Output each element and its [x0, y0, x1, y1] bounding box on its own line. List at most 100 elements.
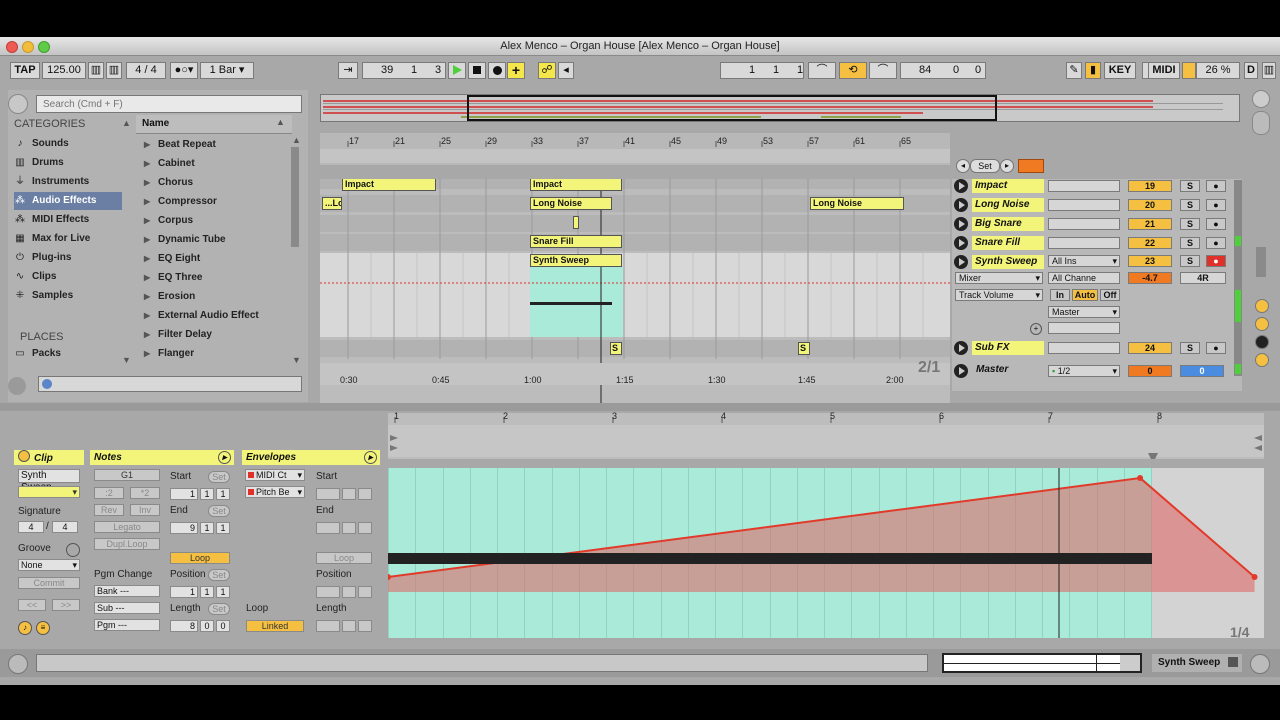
- category-clips[interactable]: ∿ Clips: [14, 268, 122, 286]
- category-midi-effects[interactable]: ⁂ MIDI Effects: [14, 211, 122, 229]
- env-position-bar-field[interactable]: [316, 586, 340, 598]
- detail-view-toggle-icon[interactable]: [1250, 654, 1270, 674]
- track-activator[interactable]: 20: [1128, 199, 1172, 211]
- overview-zoom-window[interactable]: [467, 95, 997, 121]
- browser-toggle-icon[interactable]: [8, 94, 28, 114]
- solo-button[interactable]: S: [1180, 255, 1200, 267]
- output-menu[interactable]: Master ▾: [1048, 306, 1120, 318]
- next-locator-icon[interactable]: ▸: [1000, 159, 1014, 173]
- device-chooser[interactable]: Mixer ▾: [955, 272, 1043, 284]
- loop-start[interactable]: 1 1 1: [720, 62, 804, 79]
- clip-overview[interactable]: [942, 653, 1142, 673]
- nudge-down-icon[interactable]: ▥: [88, 62, 104, 79]
- category-drums[interactable]: ▥ Drums: [14, 154, 122, 172]
- list-scroll-up-icon[interactable]: ▲: [292, 135, 301, 145]
- sends-toggle-icon[interactable]: [1255, 317, 1269, 331]
- track-io[interactable]: [1048, 180, 1120, 192]
- env-start-beat-field[interactable]: [342, 488, 356, 500]
- editor-ruler[interactable]: 1 2 3 4 5 6 7 8: [388, 411, 1264, 461]
- track-name[interactable]: Synth Sweep: [972, 255, 1044, 269]
- loop-length[interactable]: 84 0 0: [900, 62, 986, 79]
- punch-out-icon[interactable]: ⌒: [869, 62, 897, 79]
- master-quantization-menu[interactable]: ▪ 1/2 ▾: [1048, 365, 1120, 377]
- signature-field[interactable]: 4 / 4: [126, 62, 166, 79]
- master-track-name[interactable]: Master: [976, 364, 1008, 375]
- groove-pool-icon[interactable]: [66, 543, 80, 557]
- draw-mode-icon[interactable]: ✎: [1066, 62, 1082, 79]
- list-item[interactable]: ▶ EQ Three: [140, 268, 290, 287]
- track-io[interactable]: [1048, 237, 1120, 249]
- arrangement-clip[interactable]: S: [610, 342, 622, 355]
- song-position[interactable]: 39 1 3: [362, 62, 446, 79]
- arm-button[interactable]: ●: [1206, 255, 1226, 267]
- arrangement-clip[interactable]: Long Noise: [530, 197, 612, 210]
- arrangement-ruler[interactable]: 17 21 25 29 33 37 41 45 49 53 57 61 65: [320, 133, 950, 165]
- clip-launch-icon[interactable]: ♪: [18, 621, 32, 635]
- track-pan[interactable]: 4R: [1180, 272, 1226, 284]
- fold-icon[interactable]: [954, 364, 968, 378]
- io-toggle-icon[interactable]: [1255, 299, 1269, 313]
- solo-button[interactable]: S: [1180, 199, 1200, 211]
- mixer-toggle-icon[interactable]: [1255, 335, 1269, 349]
- arm-button[interactable]: ●: [1206, 218, 1226, 230]
- list-item[interactable]: ▶ Corpus: [140, 211, 290, 230]
- duplicate-loop-button[interactable]: Dupl.Loop: [94, 538, 160, 550]
- double-button[interactable]: *2: [130, 487, 160, 499]
- solo-button[interactable]: S: [1180, 237, 1200, 249]
- envelope-param-menu[interactable]: Pitch Be ▾: [245, 486, 305, 498]
- start-bar-field[interactable]: 1: [170, 488, 198, 500]
- track-activator[interactable]: 19: [1128, 180, 1172, 192]
- list-item[interactable]: ▶ Erosion: [140, 287, 290, 306]
- end-beat-field[interactable]: 1: [200, 522, 214, 534]
- track-io[interactable]: [1048, 342, 1120, 354]
- category-max-for-live[interactable]: ▦ Max for Live: [14, 230, 122, 248]
- track-menu-icon[interactable]: [1228, 657, 1238, 667]
- signature-denominator[interactable]: 4: [52, 521, 78, 533]
- browser-search-input[interactable]: [36, 95, 302, 113]
- category-plug-ins[interactable]: ⏻ Plug-ins: [14, 249, 122, 267]
- position-sixteenth-field[interactable]: 1: [216, 586, 230, 598]
- fold-icon[interactable]: [954, 236, 968, 250]
- quantize-menu[interactable]: 1 Bar ▾: [200, 62, 254, 79]
- envelope-device-menu[interactable]: MIDI Ct ▾: [245, 469, 305, 481]
- track-activator[interactable]: 23: [1128, 255, 1172, 267]
- play-button[interactable]: [448, 62, 466, 79]
- punch-in-icon[interactable]: ⌒: [808, 62, 836, 79]
- envelope-breakpoint[interactable]: [1251, 574, 1258, 580]
- env-end-bar-field[interactable]: [316, 522, 340, 534]
- commit-button[interactable]: Commit: [18, 577, 80, 589]
- back-to-arrangement-icon[interactable]: ◂: [558, 62, 574, 79]
- info-view-toggle-icon[interactable]: [8, 377, 26, 395]
- envelope-breakpoint[interactable]: [1137, 475, 1144, 481]
- list-scrollbar[interactable]: [291, 147, 299, 247]
- input-channel-menu[interactable]: All Channe: [1048, 272, 1120, 284]
- loop-button[interactable]: Loop: [170, 552, 230, 564]
- clip-envelope-icon[interactable]: ≡: [36, 621, 50, 635]
- arm-button[interactable]: ●: [1206, 342, 1226, 354]
- name-column-header[interactable]: Name ▲: [136, 115, 292, 134]
- env-position-sixteenth-field[interactable]: [358, 586, 372, 598]
- monitor-auto-button[interactable]: Auto: [1072, 289, 1098, 301]
- envelope-editor[interactable]: 1/4: [388, 468, 1264, 638]
- prev-locator-icon[interactable]: ◂: [956, 159, 970, 173]
- track-name[interactable]: Sub FX: [972, 341, 1044, 355]
- overview-toggle-icon[interactable]: ▥: [1262, 62, 1276, 79]
- list-item[interactable]: ▶ Flanger: [140, 344, 290, 363]
- preview-icon[interactable]: [42, 379, 52, 389]
- clip-color-menu[interactable]: ▾: [18, 486, 80, 498]
- overview-zoom-icon[interactable]: [1252, 111, 1270, 135]
- fold-icon[interactable]: [954, 255, 968, 269]
- category-audio-effects[interactable]: ⁂ Audio Effects: [14, 192, 122, 210]
- input-type-menu[interactable]: All Ins ▾: [1048, 255, 1120, 267]
- arrangement-clip[interactable]: Long Noise: [810, 197, 904, 210]
- track-name[interactable]: Big Snare: [972, 217, 1044, 231]
- track-activator[interactable]: 22: [1128, 237, 1172, 249]
- notes-expand-icon[interactable]: ▸: [218, 451, 231, 464]
- arm-button[interactable]: ●: [1206, 199, 1226, 211]
- arrangement-clip[interactable]: Impact: [342, 179, 436, 191]
- solo-button[interactable]: S: [1180, 180, 1200, 192]
- tap-button[interactable]: TAP: [10, 62, 40, 79]
- track-io[interactable]: [1048, 218, 1120, 230]
- key-map-button[interactable]: KEY: [1104, 62, 1136, 79]
- start-set-button[interactable]: Set: [208, 471, 230, 483]
